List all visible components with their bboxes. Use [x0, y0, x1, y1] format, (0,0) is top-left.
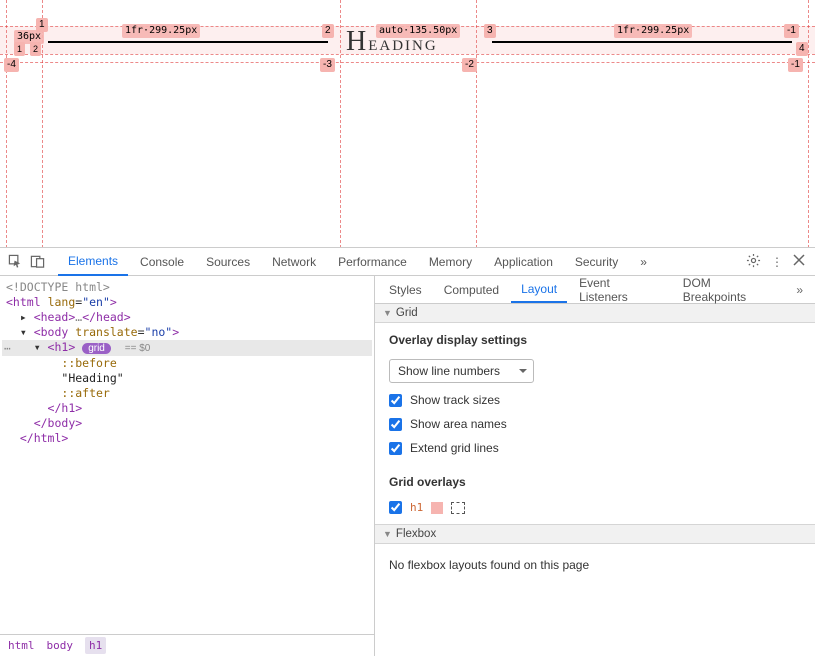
side-tab-dombreakpoints[interactable]: DOM Breakpoints [673, 271, 787, 309]
dom-selected-h1[interactable]: ⋯ ▾ <h1> grid == $0 [2, 340, 372, 356]
grid-line-2: 2 [322, 24, 334, 38]
tab-memory[interactable]: Memory [419, 249, 482, 275]
side-tab-layout[interactable]: Layout [511, 277, 567, 303]
dom-pane: <!DOCTYPE html> <html lang="en"> ▸ <head… [0, 276, 375, 656]
flexbox-empty-msg: No flexbox layouts found on this page [375, 544, 815, 586]
grid-badge[interactable]: grid [82, 343, 111, 354]
overlay-color-swatch[interactable] [431, 502, 443, 514]
breadcrumb: html body h1 [0, 634, 374, 656]
tab-application[interactable]: Application [484, 249, 563, 275]
tab-sources[interactable]: Sources [196, 249, 260, 275]
side-tab-computed[interactable]: Computed [434, 278, 509, 302]
grid-row-end-4: 4 [796, 42, 808, 56]
grid-line-neg3: -3 [320, 58, 335, 72]
overlay-h1-label[interactable]: h1 [410, 501, 423, 514]
grid-small-2: 2 [30, 42, 41, 56]
tab-performance[interactable]: Performance [328, 249, 417, 275]
check-extend-lines[interactable]: Extend grid lines [389, 441, 801, 455]
col-size-2: auto·135.50px [376, 24, 460, 38]
overlay-settings-title: Overlay display settings [389, 333, 801, 347]
crumb-body[interactable]: body [47, 638, 74, 653]
side-tab-eventlisteners[interactable]: Event Listeners [569, 271, 671, 309]
chevron-down-icon: ▼ [383, 308, 392, 318]
side-tabs: Styles Computed Layout Event Listeners D… [375, 276, 815, 304]
page-preview: Heading 36px 1fr·299.25px auto·135.50px … [0, 0, 815, 248]
devtools: Elements Console Sources Network Perform… [0, 248, 815, 656]
grid-line-neg1b: -1 [788, 58, 803, 72]
crumb-h1[interactable]: h1 [85, 637, 106, 654]
grid-line-neg2: -2 [462, 58, 477, 72]
side-tab-styles[interactable]: Styles [379, 278, 432, 302]
crumb-html[interactable]: html [8, 638, 35, 653]
grid-overlays-title: Grid overlays [389, 475, 801, 489]
kebab-icon[interactable]: ⋮ [771, 255, 783, 269]
section-grid[interactable]: ▼ Grid [375, 304, 815, 323]
tab-elements[interactable]: Elements [58, 248, 128, 276]
side-pane: Styles Computed Layout Event Listeners D… [375, 276, 815, 656]
check-area-names[interactable]: Show area names [389, 417, 801, 431]
check-track-sizes[interactable]: Show track sizes [389, 393, 801, 407]
col-size-1: 1fr·299.25px [122, 24, 200, 38]
chevron-down-icon: ▼ [383, 529, 392, 539]
grid-small-1: 1 [14, 42, 25, 56]
device-icon[interactable] [28, 253, 46, 271]
col-size-3: 1fr·299.25px [614, 24, 692, 38]
grid-line-neg4: -4 [4, 58, 19, 72]
dom-tree[interactable]: <!DOCTYPE html> <html lang="en"> ▸ <head… [0, 276, 374, 634]
overlay-dashed-icon[interactable] [451, 502, 465, 514]
tab-network[interactable]: Network [262, 249, 326, 275]
overlay-h1-checkbox[interactable] [389, 501, 402, 514]
grid-line-3: 3 [484, 24, 496, 38]
line-numbers-select[interactable]: Show line numbers [389, 359, 534, 383]
grid-line-neg1: -1 [784, 24, 799, 38]
gear-icon[interactable] [746, 253, 761, 271]
side-tab-more[interactable]: » [788, 283, 811, 297]
section-flexbox[interactable]: ▼ Flexbox [375, 524, 815, 544]
grid-line-1: 1 [36, 18, 48, 32]
tab-console[interactable]: Console [130, 249, 194, 275]
close-icon[interactable] [793, 254, 805, 269]
inspect-icon[interactable] [6, 253, 24, 271]
